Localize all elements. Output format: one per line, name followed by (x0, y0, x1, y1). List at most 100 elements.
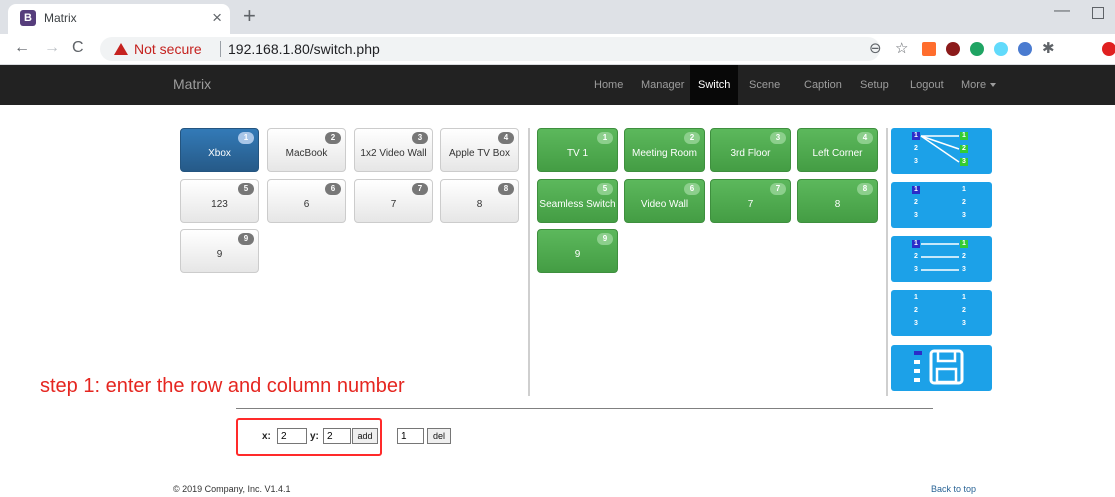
display-label: TV 1 (566, 148, 589, 159)
browser-tab-strip: B Matrix × + — (0, 0, 1115, 34)
extension-red-icon[interactable] (1102, 42, 1115, 56)
nav-more-dropdown[interactable]: More (953, 65, 1004, 105)
preset-output-number: 3 (960, 158, 968, 166)
extension-orange-icon[interactable] (922, 42, 936, 56)
preset-input-number: 2 (914, 145, 918, 152)
source-button-2[interactable]: 2 MacBook (267, 128, 346, 172)
preset-output-number: 1 (962, 186, 966, 193)
nav-setup[interactable]: Setup (852, 65, 897, 105)
source-button-5[interactable]: 5 123 (180, 179, 259, 223)
delete-index-input[interactable] (397, 428, 424, 444)
display-badge: 5 (597, 183, 613, 195)
add-button[interactable]: add (352, 428, 378, 444)
source-button-8[interactable]: 8 8 (440, 179, 519, 223)
preset-output-number: 2 (962, 307, 966, 314)
source-button-4[interactable]: 4 Apple TV Box (440, 128, 519, 172)
preset-input-number: 3 (914, 320, 918, 327)
omnibox-divider (220, 41, 221, 57)
preset-output-number: 1 (960, 240, 968, 248)
display-button-6[interactable]: 6 Video Wall (624, 179, 705, 223)
save-preset-button[interactable] (891, 345, 992, 391)
y-column-input[interactable] (323, 428, 351, 444)
bookmark-star-icon[interactable]: ☆ (895, 39, 908, 57)
url-text[interactable]: 192.168.1.80/switch.php (228, 41, 380, 57)
source-button-6[interactable]: 6 6 (267, 179, 346, 223)
nav-home[interactable]: Home (586, 65, 631, 105)
extension-react-icon[interactable] (994, 42, 1008, 56)
source-button-9[interactable]: 9 9 (180, 229, 259, 273)
bootstrap-favicon-icon: B (20, 10, 36, 26)
display-button-5[interactable]: 5 Seamless Switch (537, 179, 618, 223)
preset-input-number: 3 (914, 212, 918, 219)
extension-rocket-icon[interactable] (1018, 42, 1032, 56)
not-secure-label[interactable]: Not secure (134, 41, 202, 57)
extension-g-icon[interactable] (970, 42, 984, 56)
del-button[interactable]: del (427, 428, 451, 444)
source-badge: 3 (412, 132, 428, 144)
source-badge: 5 (238, 183, 254, 195)
window-minimize-icon[interactable]: — (1054, 2, 1070, 20)
source-label: Apple TV Box (449, 148, 510, 159)
tab-close-icon[interactable]: × (212, 8, 222, 28)
display-button-9[interactable]: 9 9 (537, 229, 618, 273)
preset-blue-numbers-button[interactable]: 1 2 3 1 2 3 (891, 182, 992, 228)
source-button-7[interactable]: 7 7 (354, 179, 433, 223)
floppy-disk-save-icon (914, 349, 964, 385)
zoom-icon[interactable]: ⊖ (869, 39, 882, 57)
source-button-3[interactable]: 3 1x2 Video Wall (354, 128, 433, 172)
preset-output-number: 3 (962, 320, 966, 327)
display-badge: 3 (770, 132, 786, 144)
preset-output-number: 3 (962, 212, 966, 219)
display-label: Video Wall (640, 199, 689, 210)
display-button-4[interactable]: 4 Left Corner (797, 128, 878, 172)
display-button-7[interactable]: 7 7 (710, 179, 791, 223)
extensions-puzzle-icon[interactable]: ✱ (1042, 39, 1055, 57)
reload-icon[interactable]: C (72, 39, 84, 57)
display-button-1[interactable]: 1 TV 1 (537, 128, 618, 172)
extension-k-icon[interactable] (946, 42, 960, 56)
preset-input-number: 2 (914, 199, 918, 206)
source-label: 1x2 Video Wall (360, 148, 427, 159)
nav-more-label: More (961, 79, 987, 91)
display-label: 8 (834, 199, 841, 210)
fan-out-lines-icon (920, 135, 960, 163)
display-badge: 2 (684, 132, 700, 144)
forward-arrow-icon[interactable]: → (44, 39, 60, 57)
caret-down-icon (990, 83, 997, 88)
nav-caption[interactable]: Caption (796, 65, 850, 105)
display-button-8[interactable]: 8 8 (797, 179, 878, 223)
source-label: 8 (476, 199, 483, 210)
preset-one-to-all-button[interactable]: 1 2 3 1 2 3 (891, 128, 992, 174)
preset-output-number: 2 (962, 199, 966, 206)
display-button-3[interactable]: 3 3rd Floor (710, 128, 791, 172)
preset-input-number: 3 (914, 158, 918, 165)
display-badge: 9 (597, 233, 613, 245)
source-label: Xbox (208, 148, 231, 159)
back-arrow-icon[interactable]: ← (14, 39, 30, 57)
url-omnibox[interactable]: Not secure 192.168.1.80/switch.php (100, 37, 880, 61)
source-button-1[interactable]: 1 Xbox (180, 128, 259, 172)
source-label: MacBook (285, 148, 328, 159)
browser-tab[interactable]: B Matrix × (8, 4, 230, 34)
preset-output-number: 1 (960, 132, 968, 140)
x-row-input[interactable] (277, 428, 307, 444)
straight-lines-icon (921, 243, 959, 271)
navbar-brand[interactable]: Matrix (173, 76, 211, 92)
preset-clear-button[interactable]: 1 2 3 1 2 3 (891, 290, 992, 336)
preset-output-number: 2 (962, 253, 966, 260)
back-to-top-link[interactable]: Back to top (931, 484, 976, 494)
warning-triangle-icon (114, 43, 128, 55)
preset-input-number: 1 (912, 240, 920, 248)
footer-copyright: © 2019 Company, Inc. V1.4.1 (173, 484, 291, 494)
preset-input-number: 2 (914, 253, 918, 260)
preset-input-number: 3 (914, 266, 918, 273)
window-restore-icon[interactable] (1092, 7, 1104, 19)
display-label: Meeting Room (631, 148, 698, 159)
display-button-2[interactable]: 2 Meeting Room (624, 128, 705, 172)
new-tab-icon[interactable]: + (243, 3, 256, 29)
nav-switch[interactable]: Switch (690, 65, 739, 105)
nav-scene[interactable]: Scene (741, 65, 788, 105)
nav-manager[interactable]: Manager (633, 65, 692, 105)
preset-one-to-one-button[interactable]: 1 2 3 1 2 3 (891, 236, 992, 282)
nav-logout[interactable]: Logout (902, 65, 952, 105)
